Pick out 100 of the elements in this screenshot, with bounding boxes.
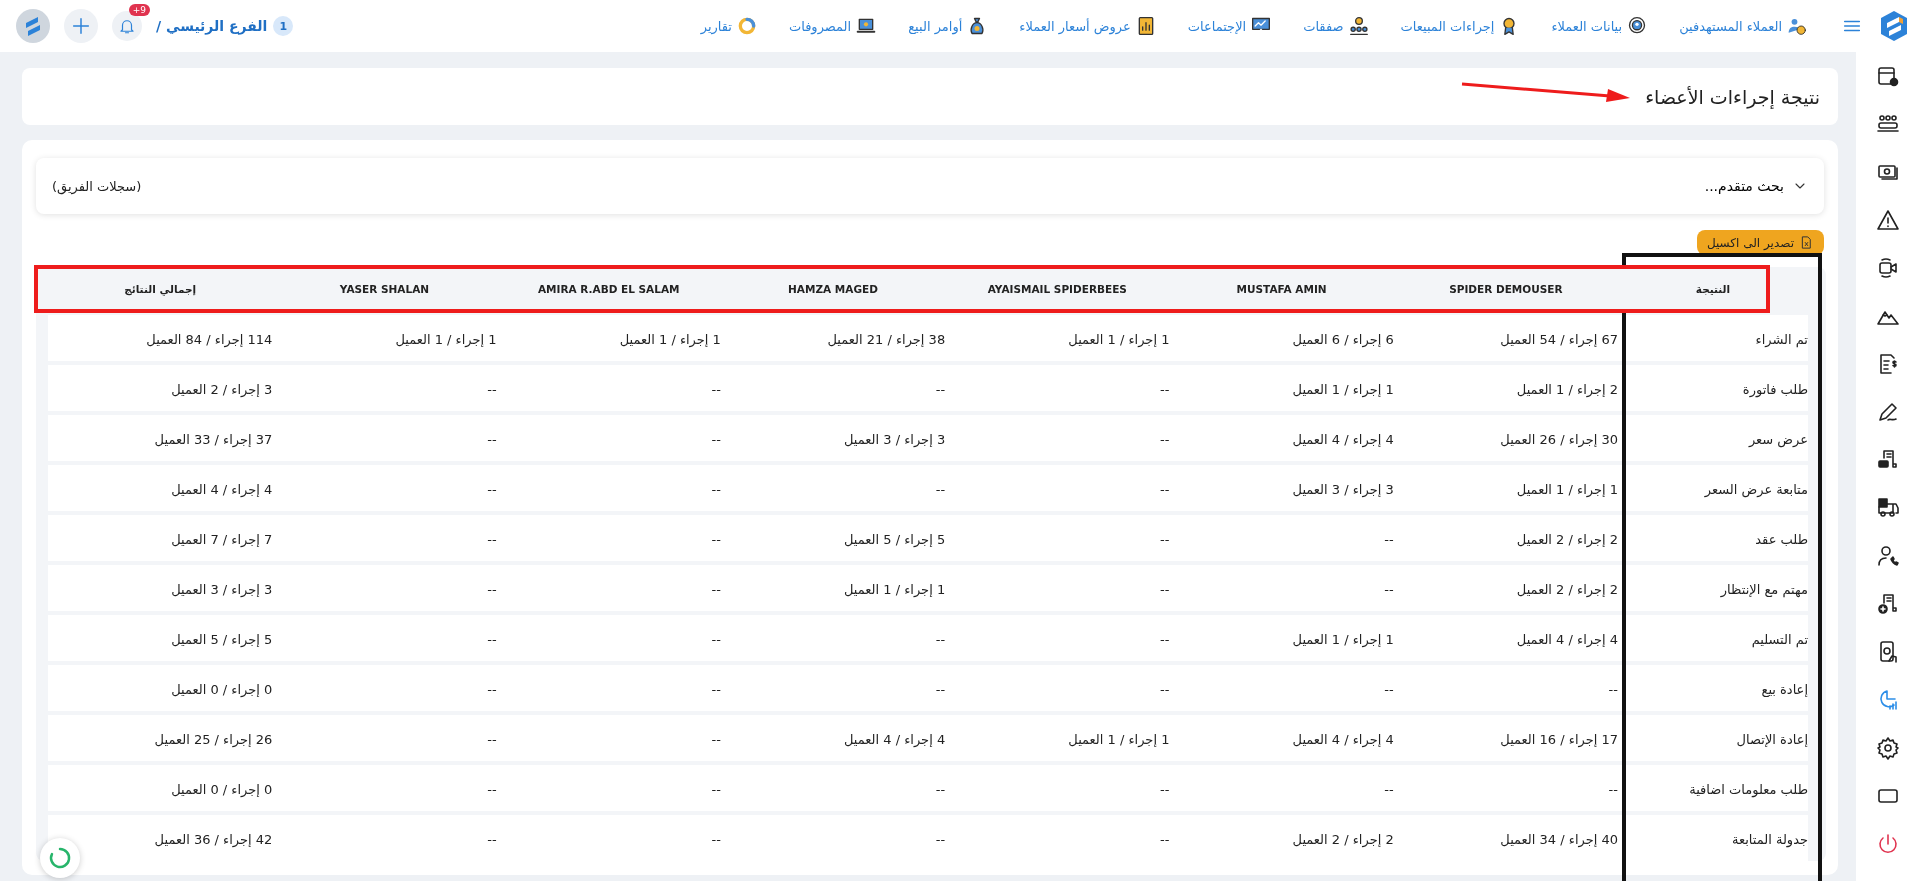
nav-item[interactable]: الإجتماعات: [1187, 16, 1272, 36]
table-cell: --: [487, 481, 497, 497]
plus-icon: [70, 15, 92, 37]
advanced-search-toggle[interactable]: بحث متقدم...: [1704, 178, 1808, 194]
branch-count-badge: 1: [273, 16, 294, 36]
table-cell: --: [711, 631, 721, 647]
table-cell: --: [711, 531, 721, 547]
table-cell: --: [487, 531, 497, 547]
table-cell: --: [487, 681, 497, 697]
table-cell: 2 إجراء / 1 العميل: [1516, 381, 1618, 397]
nav-item[interactable]: عروض أسعار العملاء: [1019, 16, 1156, 36]
table-cell: --: [711, 581, 721, 597]
table-cell: 37 إجراء / 33 العميل: [154, 431, 273, 447]
column-header: AMIRA R.ABD EL SALAM: [536, 283, 681, 295]
table-cell: --: [711, 781, 721, 797]
table-cell: 1 إجراء / 1 العميل: [395, 331, 497, 347]
table-cell: 5 إجراء / 5 العميل: [844, 531, 946, 547]
table-cell: --: [711, 681, 721, 697]
table-cell: --: [711, 481, 721, 497]
table-cell: 1 إجراء / 1 العميل: [1292, 381, 1394, 397]
table-cell: 6 إجراء / 6 العميل: [1292, 331, 1394, 347]
table-cell: إعادة بيع: [1761, 681, 1808, 697]
table-cell: --: [1160, 481, 1170, 497]
table-cell: --: [935, 781, 946, 797]
table-cell: 1 إجراء / 1 العميل: [1068, 331, 1170, 347]
avatar[interactable]: [16, 9, 50, 43]
person-coin-icon: [1787, 16, 1807, 36]
table-cell: 1 إجراء / 1 العميل: [619, 331, 721, 347]
table-cell: طلب عقد: [1755, 531, 1808, 547]
laptop-icon: [856, 16, 877, 36]
table-cell: متابعة عرض السعر: [1704, 481, 1808, 497]
excel-file-icon: [1799, 235, 1814, 250]
table-cell: 7 إجراء / 7 العميل: [171, 531, 273, 547]
table-cell: 0 إجراء / 0 العميل: [171, 781, 273, 797]
table-cell: --: [487, 781, 497, 797]
nav-item[interactable]: العملاء المستهدفين: [1679, 16, 1807, 36]
table-cell: 38 إجراء / 21 العميل: [827, 331, 946, 347]
branch-name[interactable]: الفرع الرئيسي /: [156, 18, 268, 34]
notification-badge: +9: [128, 4, 150, 16]
table-cell: --: [1608, 781, 1618, 797]
table-cell: --: [487, 381, 497, 397]
table-cell: تم التسليم: [1751, 631, 1808, 647]
export-button[interactable]: تصدير الى اكسيل: [1696, 230, 1824, 255]
delivery-truck-icon: [1875, 496, 1900, 520]
table-cell: طلب فاتورة: [1742, 381, 1808, 397]
table-cell: 2 إجراء / 2 العميل: [1516, 531, 1618, 547]
table-cell: 114 إجراء / 84 العميل: [146, 331, 273, 347]
table-cell: --: [935, 681, 946, 697]
nav-item[interactable]: تقارير: [700, 16, 757, 36]
column-header: MUSTAFA AMIN: [1235, 283, 1328, 295]
table-cell: 4 إجراء / 4 العميل: [1292, 431, 1394, 447]
table-cell: 17 إجراء / 16 العميل: [1500, 731, 1618, 747]
notifications-button[interactable]: [112, 11, 142, 41]
add-button[interactable]: [64, 9, 98, 43]
document-plus-icon: [1875, 592, 1900, 616]
table-cell: 3 إجراء / 3 العميل: [844, 431, 946, 447]
table-cell: --: [1160, 831, 1170, 847]
table-cell: مهتم مع الإنتظار: [1720, 581, 1808, 597]
table-cell: 1 إجراء / 1 العميل: [1068, 731, 1170, 747]
table-cell: 67 إجراء / 54 العميل: [1500, 331, 1618, 347]
column-header: YASER SHALAN: [338, 283, 431, 295]
bell-icon: [118, 17, 136, 35]
table-cell: جدولة المتابعة: [1731, 831, 1808, 847]
table-cell: --: [711, 731, 721, 747]
table-cell: 2 إجراء / 2 العميل: [1292, 831, 1394, 847]
table-cell: عرض سعر: [1748, 431, 1808, 447]
table-cell: إعادة الإتصال: [1736, 731, 1808, 747]
page-title: نتيجة إجراءات الأعضاء: [1645, 85, 1820, 108]
table-cell: 1 إجراء / 1 العميل: [1516, 481, 1618, 497]
table-cell: --: [1384, 781, 1394, 797]
table-cell: --: [487, 431, 497, 447]
table-cell: --: [1160, 581, 1170, 597]
table-cell: 4 إجراء / 4 العميل: [844, 731, 946, 747]
warning-icon: [1875, 208, 1900, 232]
nav-item[interactable]: المصروفات: [788, 16, 877, 36]
table-cell: 0 إجراء / 0 العميل: [171, 681, 273, 697]
table-cell: --: [935, 481, 946, 497]
table-cell: 30 إجراء / 26 العميل: [1500, 431, 1618, 447]
table-cell: 4 إجراء / 4 العميل: [1516, 631, 1618, 647]
column-header: إجمالي النتائج: [123, 283, 198, 295]
table-cell: --: [1160, 781, 1170, 797]
nav-item[interactable]: بيانات العملاء: [1551, 16, 1648, 36]
table-cell: --: [1160, 381, 1170, 397]
table-cell: --: [1160, 681, 1170, 697]
table-cell: 1 إجراء / 1 العميل: [1292, 631, 1394, 647]
table-cell: --: [1384, 531, 1394, 547]
donut-chart-icon: [736, 16, 757, 36]
table-cell: --: [487, 831, 497, 847]
table-cell: --: [1160, 631, 1170, 647]
table-cell: 2 إجراء / 2 العميل: [1516, 581, 1618, 597]
table-cell: تم الشراء: [1755, 331, 1808, 347]
table-cell: 4 إجراء / 4 العميل: [171, 481, 273, 497]
table-cell: --: [1384, 581, 1394, 597]
nav-item[interactable]: أوامر البيع: [908, 16, 988, 36]
nav-item[interactable]: إجراءات المبيعات: [1400, 16, 1520, 36]
table-cell: --: [711, 431, 721, 447]
nav-item[interactable]: صفقات: [1303, 16, 1369, 36]
target-person-icon: [1627, 16, 1648, 36]
scope-label: (سجلات الفريق): [52, 178, 142, 194]
person-phone-icon: [1875, 544, 1900, 568]
